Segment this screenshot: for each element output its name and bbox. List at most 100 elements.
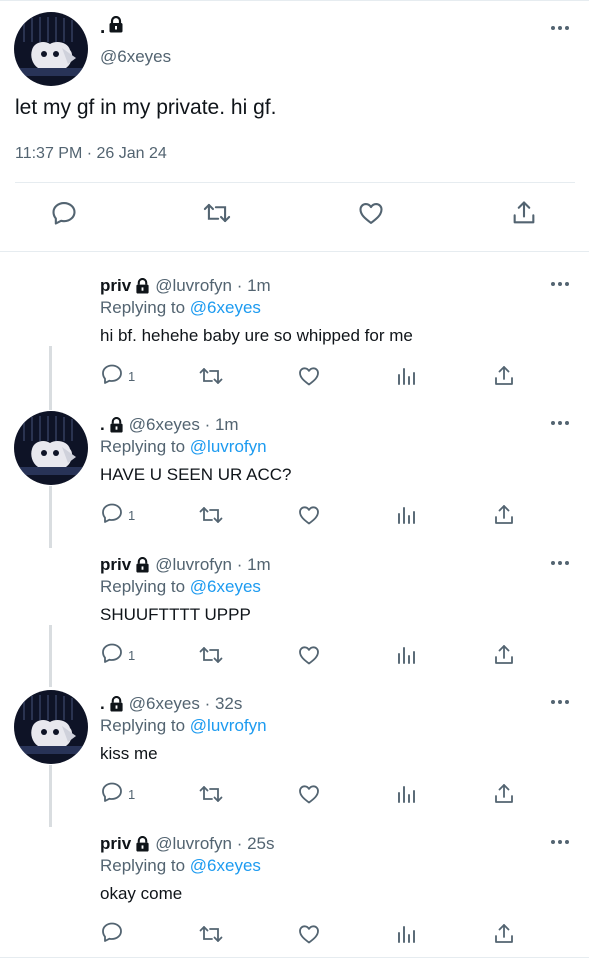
reply-button[interactable]: 1 [100,364,135,388]
share-icon[interactable] [509,198,539,228]
more-icon[interactable] [551,840,569,844]
share-icon[interactable] [492,643,516,667]
username[interactable]: @6xeyes [129,415,200,435]
retweet-icon[interactable] [198,782,224,806]
more-icon[interactable] [551,26,569,30]
reply-text: kiss me [100,744,158,763]
avatar[interactable] [14,12,88,86]
display-name[interactable]: . [100,415,105,435]
heart-icon[interactable] [297,364,321,388]
share-icon[interactable] [492,922,516,946]
divider [15,182,575,183]
username[interactable]: @luvrofyn [155,555,232,575]
reply-count: 1 [128,786,136,802]
username[interactable]: @6xeyes [129,694,200,714]
reply-icon [100,920,124,949]
username[interactable]: @luvrofyn [155,834,232,854]
reply-actions [0,922,589,948]
views-icon[interactable] [396,922,418,946]
heart-icon[interactable] [356,198,386,228]
share-icon[interactable] [492,782,516,806]
reply-text: HAVE U SEEN UR ACC? [100,465,292,484]
display-name[interactable]: priv [100,555,131,575]
views-icon[interactable] [396,782,418,806]
replying-to-link[interactable]: @luvrofyn [190,437,267,456]
replying-to-link[interactable]: @6xeyes [190,298,261,317]
views-icon[interactable] [396,503,418,527]
reply-count: 1 [128,368,136,384]
lock-icon [109,417,124,433]
avatar[interactable] [14,411,88,485]
heart-icon[interactable] [297,782,321,806]
more-icon[interactable] [551,282,569,286]
heart-icon[interactable] [297,503,321,527]
display-name[interactable]: . [100,694,105,714]
tweet-text: let my gf in my private. hi gf. [15,96,277,119]
reply-button[interactable]: 1 [100,503,135,527]
replying-to-link[interactable]: @luvrofyn [190,716,267,735]
views-icon[interactable] [396,643,418,667]
timestamp[interactable]: · 1m [237,555,271,575]
tweet-timestamp[interactable]: 11:37 PM · 26 Jan 24 [15,145,167,163]
replying-to-label: Replying to [100,856,186,875]
reply-tweet: priv @luvrofyn · 1m Replying to @6xeyes … [0,541,589,680]
timestamp[interactable]: · 1m [205,415,239,435]
reply-text: okay come [100,884,183,903]
more-icon[interactable] [551,561,569,565]
reply-text: hi bf. hehehe baby ure so whipped for me [100,326,413,345]
share-icon[interactable] [492,503,516,527]
lock-icon [108,15,124,39]
replying-to: Replying to @6xeyes [100,298,261,318]
share-icon[interactable] [492,364,516,388]
divider [0,957,589,958]
replying-to-link[interactable]: @6xeyes [190,856,261,875]
replying-to-link[interactable]: @6xeyes [190,577,261,596]
retweet-icon[interactable] [198,922,224,946]
more-icon[interactable] [551,421,569,425]
reply-text: SHUUFTTTT UPPP [100,605,251,624]
reply-button[interactable]: 1 [100,643,135,667]
reply-tweet: . @6xeyes · 32s Replying to @luvrofyn ki… [0,680,589,819]
reply-actions: 1 [0,364,589,390]
timestamp[interactable]: · 25s [237,834,275,854]
reply-header: . @6xeyes · 32s [100,694,242,714]
username[interactable]: @luvrofyn [155,276,232,296]
reply-icon [100,780,124,809]
reply-count: 1 [128,507,136,523]
retweet-icon[interactable] [198,503,224,527]
heart-icon[interactable] [297,922,321,946]
replying-to: Replying to @6xeyes [100,856,261,876]
reply-tweet: . @6xeyes · 1m Replying to @luvrofyn HAV… [0,401,589,540]
heart-icon[interactable] [297,643,321,667]
more-icon[interactable] [551,700,569,704]
retweet-icon[interactable] [202,198,232,228]
display-name-text[interactable]: . [100,17,105,39]
replying-to-label: Replying to [100,298,186,317]
lock-icon [109,696,124,712]
reply-button[interactable]: 1 [100,782,135,806]
reply-header: priv @luvrofyn · 1m [100,276,271,296]
reply-tweet: priv @luvrofyn · 1m Replying to @6xeyes … [0,262,589,401]
replying-to-label: Replying to [100,577,186,596]
divider [0,251,589,252]
views-icon[interactable] [396,364,418,388]
username[interactable]: @6xeyes [100,47,171,67]
display-name[interactable]: priv [100,276,131,296]
reply-button[interactable] [100,922,128,946]
lock-icon [135,557,150,573]
reply-tweet: priv @luvrofyn · 25s Replying to @6xeyes… [0,820,589,959]
main-tweet: . @6xeyes let my gf in my private. hi gf… [0,0,589,252]
replying-to: Replying to @luvrofyn [100,437,267,457]
retweet-icon[interactable] [198,643,224,667]
replying-to-label: Replying to [100,716,186,735]
reply-icon[interactable] [49,198,79,228]
display-name[interactable]: . [100,15,124,39]
display-name[interactable]: priv [100,834,131,854]
reply-actions: 1 [0,503,589,529]
reply-icon [100,501,124,530]
timestamp[interactable]: · 1m [237,276,271,296]
reply-icon [100,362,124,391]
timestamp[interactable]: · 32s [205,694,243,714]
retweet-icon[interactable] [198,364,224,388]
avatar[interactable] [14,690,88,764]
